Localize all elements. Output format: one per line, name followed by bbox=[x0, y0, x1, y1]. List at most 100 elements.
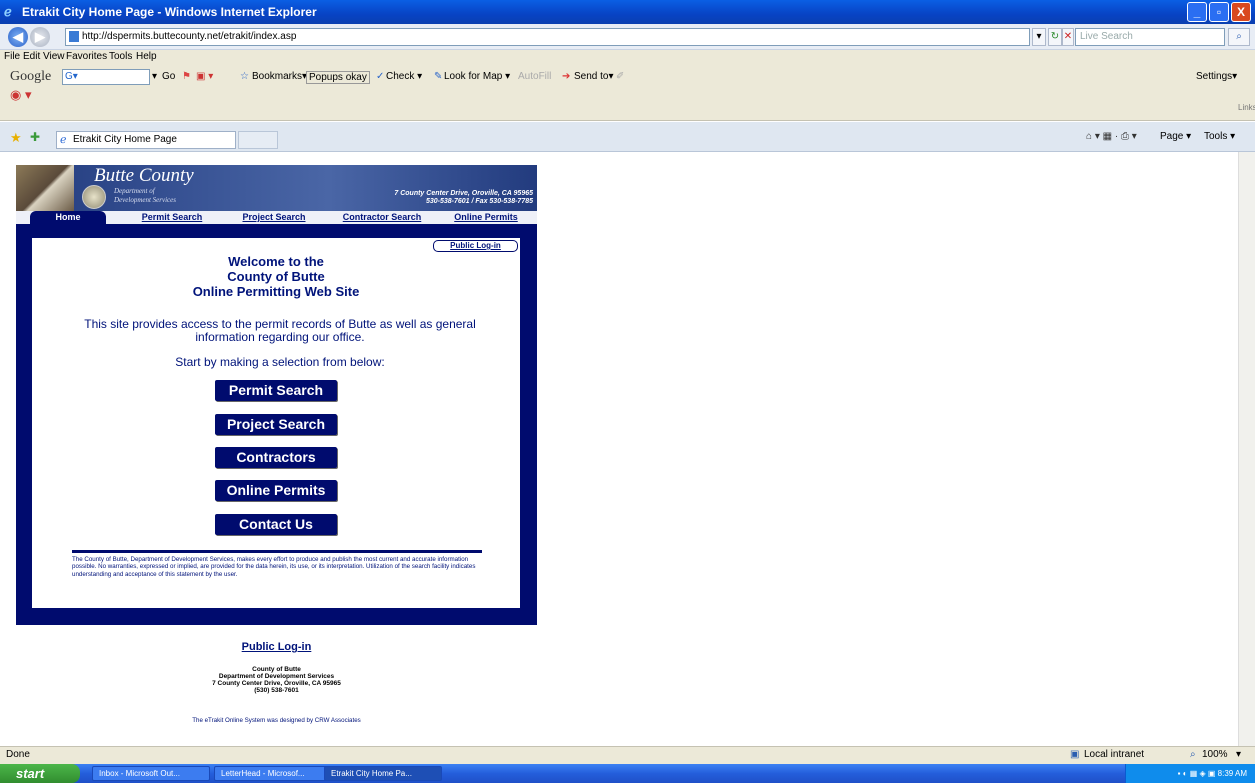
live-search-input[interactable]: Live Search bbox=[1075, 28, 1225, 46]
nav-home[interactable]: Home bbox=[30, 211, 106, 224]
banner-dept-line1: Department of bbox=[114, 187, 155, 195]
google-search-input[interactable]: G▾ bbox=[62, 69, 150, 85]
banner-address-line1: 7 County Center Drive, Oroville, CA 9596… bbox=[394, 190, 533, 197]
taskbar: start Inbox - Microsoft Out... LetterHea… bbox=[0, 764, 1255, 783]
pagerank-icon[interactable]: ⚑ bbox=[182, 71, 191, 82]
start-button[interactable]: start bbox=[0, 764, 80, 783]
menu-tools[interactable]: Tools bbox=[109, 51, 132, 62]
welcome-heading: Welcome to the County of Butte Online Pe… bbox=[32, 254, 520, 299]
extension-icon[interactable]: ◉ ▾ bbox=[10, 87, 31, 103]
menu-edit[interactable]: Edit bbox=[23, 51, 40, 62]
google-dropdown-icon[interactable]: ▾ bbox=[152, 71, 157, 82]
favorites-star-icon[interactable]: ★ bbox=[10, 130, 22, 146]
zoom-level[interactable]: 100% bbox=[1202, 747, 1228, 763]
nav-project-search[interactable]: Project Search bbox=[226, 211, 322, 224]
disclaimer-text: The County of Butte, Department of Devel… bbox=[72, 556, 476, 578]
system-tray: ▪ ◐ ▦ ◈ ▣ 8:39 AM bbox=[1125, 764, 1255, 783]
tab-label: Etrakit City Home Page bbox=[73, 134, 177, 145]
address-input[interactable]: http://dspermits.buttecounty.net/etrakit… bbox=[65, 28, 1030, 46]
popups-button[interactable]: Popups okay bbox=[306, 71, 370, 84]
highlight-icon[interactable]: ✐ bbox=[616, 71, 624, 82]
contractors-button[interactable]: Contractors bbox=[215, 447, 337, 468]
footer-address: County of Butte Department of Developmen… bbox=[16, 666, 537, 694]
window-title-bar: ℯ Etrakit City Home Page - Windows Inter… bbox=[0, 0, 1255, 24]
tools-menu-button[interactable]: Tools ▾ bbox=[1204, 131, 1235, 142]
public-login-button[interactable]: Public Log-in bbox=[433, 240, 518, 252]
vertical-scrollbar[interactable] bbox=[1238, 152, 1255, 746]
tray-icons[interactable]: ▪ ◐ ▦ ◈ ▣ bbox=[1178, 769, 1218, 778]
tab-etrakit[interactable]: ℯ Etrakit City Home Page bbox=[56, 131, 236, 149]
banner-dept-line2: Development Services bbox=[114, 196, 176, 204]
address-url: http://dspermits.buttecounty.net/etrakit… bbox=[82, 31, 297, 42]
footer-line3: 7 County Center Drive, Oroville, CA 9596… bbox=[212, 680, 341, 687]
add-favorites-icon[interactable]: ✚ bbox=[30, 130, 40, 144]
nav-contractor-search[interactable]: Contractor Search bbox=[330, 211, 434, 224]
menu-help[interactable]: Help bbox=[136, 51, 157, 62]
menu-file[interactable]: File bbox=[4, 51, 20, 62]
look-for-map-button[interactable]: Look for Map ▾ bbox=[444, 71, 510, 82]
footer-line1: County of Butte bbox=[252, 666, 301, 673]
autofill-button[interactable]: AutoFill bbox=[518, 71, 551, 82]
status-bar: Done ▣ Local intranet ⌕ 100% ▾ bbox=[0, 746, 1255, 764]
divider bbox=[72, 550, 482, 553]
security-zone[interactable]: Local intranet bbox=[1084, 747, 1144, 763]
forward-button[interactable]: ▶ bbox=[30, 27, 50, 47]
taskbar-item-outlook[interactable]: Inbox - Microsoft Out... bbox=[92, 766, 210, 781]
taskbar-item-word[interactable]: LetterHead - Microsof... bbox=[214, 766, 332, 781]
waterfall-photo bbox=[16, 165, 74, 211]
page-icon bbox=[69, 31, 79, 42]
send-to-button[interactable]: Send to▾ bbox=[574, 71, 614, 82]
send-to-icon: ➔ bbox=[562, 71, 571, 82]
footer-public-login-link[interactable]: Public Log-in bbox=[16, 641, 537, 653]
banner-address-line2: 530-538-7601 / Fax 530-538-7785 bbox=[425, 198, 533, 205]
footer-line2: Department of Development Services bbox=[218, 673, 335, 680]
menu-view[interactable]: View bbox=[43, 51, 65, 62]
window-controls: _ ▫ X bbox=[1187, 2, 1251, 22]
search-icon[interactable]: ⌕ bbox=[1228, 28, 1250, 46]
page-menu-button[interactable]: Page ▾ bbox=[1160, 131, 1191, 142]
google-go-button[interactable]: Go bbox=[162, 71, 175, 82]
welcome-line2: County of Butte bbox=[227, 269, 325, 284]
settings-button[interactable]: Settings▾ bbox=[1196, 71, 1237, 82]
new-tab-button[interactable] bbox=[238, 131, 278, 149]
nav-permit-search[interactable]: Permit Search bbox=[126, 211, 218, 224]
online-permits-button[interactable]: Online Permits bbox=[215, 480, 337, 501]
banner-county-name: Butte County bbox=[94, 165, 194, 186]
zoom-icon: ⌕ bbox=[1190, 749, 1196, 760]
project-search-button[interactable]: Project Search bbox=[215, 414, 337, 435]
menu-bar: File Edit View Favorites Tools Help bbox=[0, 50, 1255, 65]
links-label[interactable]: Links bbox=[1238, 103, 1255, 112]
stop-icon[interactable]: ✕ bbox=[1062, 28, 1074, 46]
banner-address: 7 County Center Drive, Oroville, CA 9596… bbox=[394, 190, 533, 206]
site-nav: Home Permit Search Project Search Contra… bbox=[16, 211, 537, 224]
nav-online-permits[interactable]: Online Permits bbox=[440, 211, 532, 224]
map-icon: ✎ bbox=[434, 71, 443, 82]
close-button[interactable]: X bbox=[1231, 2, 1251, 22]
check-button[interactable]: Check ▾ bbox=[386, 71, 422, 82]
back-button[interactable]: ◀ bbox=[8, 27, 28, 47]
blog-icon[interactable]: ▣ ▾ bbox=[196, 71, 213, 82]
menu-favorites[interactable]: Favorites bbox=[66, 51, 107, 62]
refresh-icon[interactable]: ↻ bbox=[1048, 28, 1062, 46]
window-title: Etrakit City Home Page - Windows Interne… bbox=[22, 5, 317, 19]
status-text: Done bbox=[6, 749, 30, 760]
footer-credit: The eTrakit Online System was designed b… bbox=[192, 717, 361, 724]
google-toolbar: Google G▾ ▾ Go ⚑ ▣ ▾ ☆ Bookmarks▾ Popups… bbox=[0, 65, 1255, 121]
home-icon[interactable]: ⌂ ▾ ▦ · ⎙ ▾ bbox=[1086, 131, 1137, 142]
bookmarks-button[interactable]: Bookmarks▾ bbox=[252, 71, 307, 82]
county-banner: Butte County Department of Development S… bbox=[16, 165, 537, 211]
intranet-icon: ▣ bbox=[1070, 749, 1080, 760]
ie-logo-icon: ℯ bbox=[4, 4, 12, 19]
maximize-button[interactable]: ▫ bbox=[1209, 2, 1229, 22]
address-dropdown-button[interactable]: ▾ bbox=[1032, 28, 1046, 46]
taskbar-item-ie[interactable]: Etrakit City Home Pa... bbox=[324, 766, 442, 781]
permit-search-button[interactable]: Permit Search bbox=[215, 380, 337, 401]
ie-tab-icon: ℯ bbox=[60, 134, 67, 146]
contact-us-button[interactable]: Contact Us bbox=[215, 514, 337, 535]
address-toolbar: ◀ ▶ http://dspermits.buttecounty.net/etr… bbox=[0, 24, 1255, 50]
minimize-button[interactable]: _ bbox=[1187, 2, 1207, 22]
start-by-text: Start by making a selection from below: bbox=[175, 355, 385, 369]
banner-department: Department of Development Services bbox=[114, 187, 176, 205]
check-icon: ✓ bbox=[376, 71, 385, 82]
zoom-dropdown-icon[interactable]: ▾ bbox=[1236, 747, 1241, 763]
